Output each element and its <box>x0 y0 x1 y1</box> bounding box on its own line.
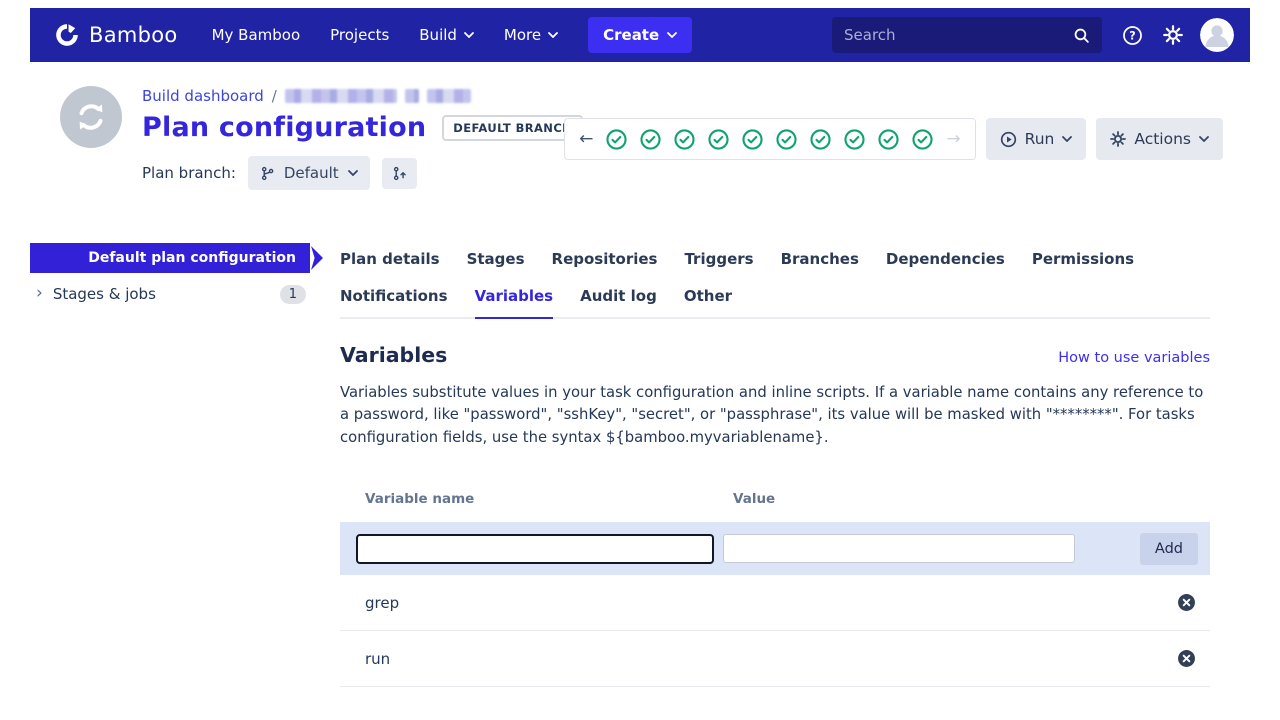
bamboo-logo-icon <box>54 22 80 48</box>
create-button[interactable]: Create <box>588 17 692 53</box>
how-to-use-variables-link[interactable]: How to use variables <box>1058 350 1210 366</box>
plan-sync-icon <box>60 86 122 148</box>
table-row: grep <box>340 575 1210 631</box>
tab-permissions[interactable]: Permissions <box>1032 243 1134 280</box>
nav-item-my-bamboo[interactable]: My Bamboo <box>212 26 301 44</box>
redacted-separator <box>405 89 419 103</box>
breadcrumb: Build dashboard / <box>142 86 583 106</box>
branch-plus-icon <box>392 166 407 181</box>
search-input[interactable] <box>844 26 1073 44</box>
stages-count-badge: 1 <box>280 285 306 304</box>
variables-heading: Variables <box>340 343 447 367</box>
actions-gear-icon <box>1110 131 1126 147</box>
search-box <box>832 17 1102 53</box>
nav-item-build[interactable]: Build <box>419 26 474 44</box>
build-success-icon[interactable] <box>606 129 627 150</box>
builds-prev-arrow-icon[interactable]: ← <box>579 131 593 148</box>
chevron-down-icon <box>464 32 474 38</box>
tab-repositories[interactable]: Repositories <box>552 243 658 280</box>
top-navbar: Bamboo My Bamboo Projects Build More Cre… <box>30 8 1250 62</box>
tab-notifications[interactable]: Notifications <box>340 280 448 317</box>
sidebar-item-default-plan-configuration[interactable]: Default plan configuration <box>30 243 310 273</box>
svg-text:?: ? <box>1129 29 1135 42</box>
column-header-value: Value <box>733 491 775 507</box>
nav-links: My Bamboo Projects Build More <box>212 26 559 44</box>
branch-selector-dropdown[interactable]: Default <box>248 156 370 190</box>
redacted-plan-name <box>427 89 471 103</box>
variable-name-input[interactable] <box>356 534 714 564</box>
build-success-icon[interactable] <box>912 129 933 150</box>
run-play-icon <box>1000 131 1017 148</box>
chevron-down-icon <box>548 32 558 38</box>
branch-icon <box>260 166 275 181</box>
chevron-right-icon: › <box>36 283 43 303</box>
build-success-icon[interactable] <box>878 129 899 150</box>
build-success-icon[interactable] <box>844 129 865 150</box>
tab-other[interactable]: Other <box>684 280 732 317</box>
tab-stages[interactable]: Stages <box>467 243 525 280</box>
create-branch-button[interactable] <box>382 158 417 189</box>
user-avatar[interactable] <box>1200 18 1234 52</box>
nav-item-projects[interactable]: Projects <box>330 26 389 44</box>
build-success-icon[interactable] <box>708 129 729 150</box>
redacted-project-name <box>285 89 397 103</box>
variable-value-input[interactable] <box>723 534 1075 563</box>
table-row: run <box>340 631 1210 687</box>
chevron-down-icon <box>348 170 358 176</box>
page-title: Plan configuration <box>142 112 426 143</box>
tab-audit-log[interactable]: Audit log <box>580 280 657 317</box>
help-icon[interactable]: ? <box>1122 25 1143 46</box>
variable-name: run <box>365 650 390 668</box>
variables-description: Variables substitute values in your task… <box>340 382 1204 449</box>
build-success-icon[interactable] <box>776 129 797 150</box>
chevron-down-icon <box>667 32 677 38</box>
brand-name: Bamboo <box>89 23 178 47</box>
build-success-icon[interactable] <box>640 129 661 150</box>
actions-button[interactable]: Actions <box>1096 118 1223 160</box>
column-header-variable-name: Variable name <box>365 491 733 507</box>
build-success-icon[interactable] <box>674 129 695 150</box>
tab-dependencies[interactable]: Dependencies <box>886 243 1005 280</box>
bamboo-logo[interactable]: Bamboo <box>54 22 178 48</box>
add-variable-row: Add <box>340 522 1210 575</box>
delete-variable-button[interactable] <box>1177 593 1196 612</box>
breadcrumb-separator: / <box>272 87 277 105</box>
branch-selector-value: Default <box>284 164 339 182</box>
tab-branches[interactable]: Branches <box>781 243 859 280</box>
config-tabs: Plan details Stages Repositories Trigger… <box>340 243 1210 319</box>
build-success-icon[interactable] <box>742 129 763 150</box>
run-button[interactable]: Run <box>986 118 1087 160</box>
recent-builds-strip: ← → <box>564 118 976 160</box>
plan-header: Build dashboard / Plan configuration DEF… <box>30 62 1250 242</box>
delete-variable-button[interactable] <box>1177 649 1196 668</box>
sidebar-item-stages-jobs[interactable]: › Stages & jobs 1 <box>30 273 310 315</box>
builds-next-arrow-icon[interactable]: → <box>946 131 960 148</box>
build-success-icon[interactable] <box>810 129 831 150</box>
plan-branch-label: Plan branch: <box>142 164 236 182</box>
config-sidebar: Default plan configuration › Stages & jo… <box>30 243 310 315</box>
nav-item-more[interactable]: More <box>504 26 558 44</box>
variables-table: Variable name Value Add grep run <box>340 491 1210 687</box>
delete-x-icon <box>1177 649 1196 668</box>
breadcrumb-build-dashboard-link[interactable]: Build dashboard <box>142 87 264 105</box>
tab-variables[interactable]: Variables <box>475 280 554 319</box>
chevron-down-icon <box>1062 136 1072 142</box>
delete-x-icon <box>1177 593 1196 612</box>
tab-triggers[interactable]: Triggers <box>684 243 753 280</box>
main-content: Plan details Stages Repositories Trigger… <box>340 243 1210 687</box>
variable-name: grep <box>365 594 399 612</box>
search-icon[interactable] <box>1073 27 1090 44</box>
settings-gear-icon[interactable] <box>1163 25 1183 45</box>
tab-plan-details[interactable]: Plan details <box>340 243 440 280</box>
add-variable-button[interactable]: Add <box>1140 533 1198 565</box>
chevron-down-icon <box>1199 136 1209 142</box>
default-branch-badge: DEFAULT BRANCH <box>442 115 583 141</box>
